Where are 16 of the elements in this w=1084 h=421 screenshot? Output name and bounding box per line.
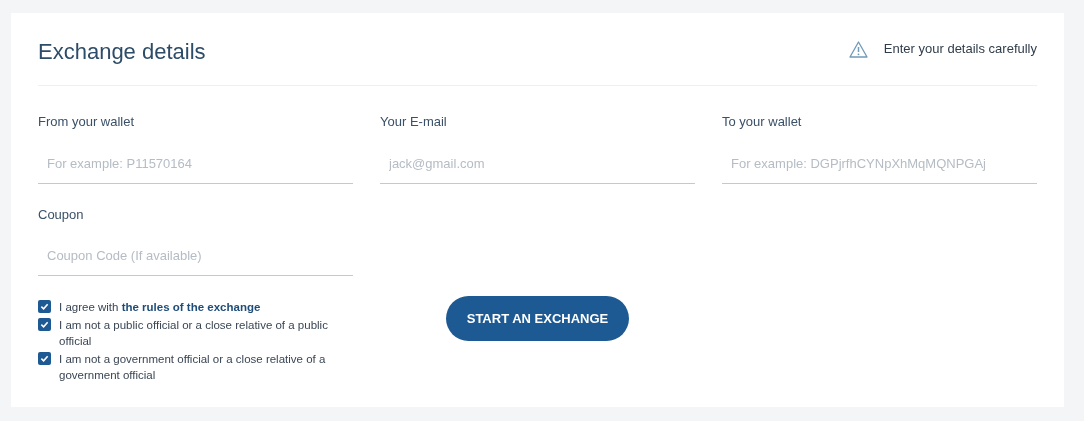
checkmark-icon bbox=[40, 354, 49, 363]
field-label: From your wallet bbox=[38, 113, 135, 131]
agreement-text: I am not a public official or a close relative of a public official bbox=[59, 318, 329, 349]
checkbox[interactable] bbox=[38, 300, 51, 313]
checkbox[interactable] bbox=[38, 318, 51, 331]
field-label: To your wallet bbox=[722, 113, 802, 131]
checkbox[interactable] bbox=[38, 352, 51, 365]
field-label: Your E-mail bbox=[380, 113, 447, 131]
agreement-text: I agree with the rules of the exchange bbox=[59, 300, 262, 315]
warning-icon bbox=[848, 40, 868, 58]
rules-link[interactable]: the rules of the exchange bbox=[121, 301, 261, 313]
notice-text: Enter your details carefully bbox=[883, 40, 1037, 59]
field-label: Coupon bbox=[38, 205, 84, 224]
page-title: Exchange details bbox=[38, 37, 206, 66]
start-exchange-button[interactable]: START AN EXCHANGE bbox=[446, 296, 629, 341]
agreement-text: I am not a government official or a close relative of a government official bbox=[59, 352, 327, 383]
